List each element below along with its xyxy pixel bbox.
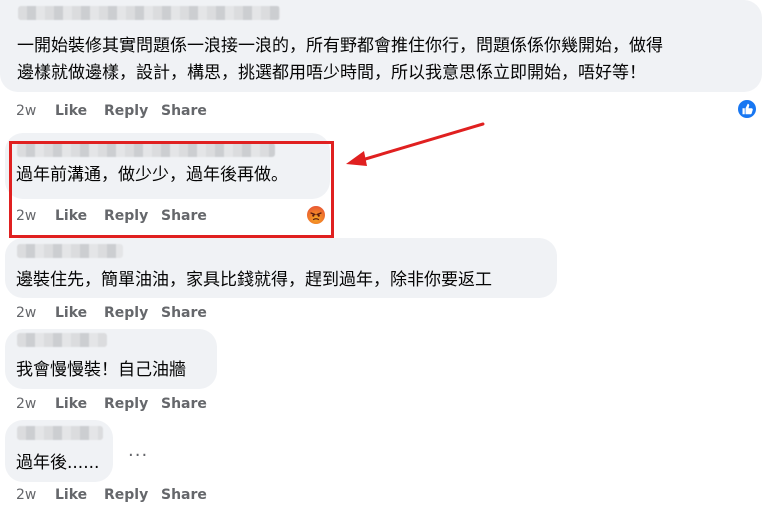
like-button[interactable]: Like: [55, 396, 87, 412]
comment-bubble: 我會慢慢裝！自己油牆: [5, 329, 217, 389]
reply-button[interactable]: Reply: [104, 487, 148, 503]
share-button[interactable]: Share: [161, 396, 207, 412]
share-button[interactable]: Share: [161, 487, 207, 503]
comment-actions: 2w Like Reply Share: [0, 485, 300, 505]
commenter-name-blurred[interactable]: [17, 426, 103, 440]
commenter-name-blurred[interactable]: [17, 333, 107, 347]
comment-text: 一開始裝修其實問題係一浪接一浪的，所有野都會推住你行，問題係係你幾開始，做得: [17, 36, 663, 56]
comment-time[interactable]: 2w: [16, 103, 36, 119]
more-options-icon[interactable]: ...: [128, 440, 148, 461]
comment-time[interactable]: 2w: [16, 305, 36, 321]
thumbs-up-icon: [742, 103, 753, 115]
comment-text: 邊裝住先，簡單油油，家具比錢就得，趕到過年，除非你要返工: [16, 270, 492, 290]
comment-time[interactable]: 2w: [16, 396, 36, 412]
reply-button[interactable]: Reply: [104, 305, 148, 321]
comment-bubble: 一開始裝修其實問題係一浪接一浪的，所有野都會推住你行，問題係係你幾開始，做得 邊…: [0, 0, 762, 92]
annotation-highlight-box: [9, 141, 334, 238]
comment-time[interactable]: 2w: [16, 487, 36, 503]
annotation-arrow-icon: [346, 122, 485, 166]
like-button[interactable]: Like: [55, 103, 87, 119]
reply-button[interactable]: Reply: [104, 103, 148, 119]
share-button[interactable]: Share: [161, 305, 207, 321]
comment-bubble: 邊裝住先，簡單油油，家具比錢就得，趕到過年，除非你要返工: [5, 238, 557, 298]
like-button[interactable]: Like: [55, 305, 87, 321]
share-button[interactable]: Share: [161, 103, 207, 119]
comment-text: 邊樣就做邊樣，設計，構思，挑選都用唔少時間，所以我意思係立即開始，唔好等！: [17, 63, 646, 83]
comment-text: 我會慢慢裝！自己油牆: [16, 360, 186, 380]
comment-actions: 2w Like Reply Share: [0, 303, 300, 323]
comment-actions: 2w Like Reply Share: [0, 101, 300, 121]
reply-button[interactable]: Reply: [104, 396, 148, 412]
comment-actions: 2w Like Reply Share: [0, 394, 300, 414]
commenter-name-blurred[interactable]: [17, 244, 123, 258]
comment-text: 過年後......: [16, 453, 100, 473]
comment-bubble: 過年後......: [5, 420, 113, 482]
like-button[interactable]: Like: [55, 487, 87, 503]
like-reaction-icon[interactable]: [736, 98, 758, 120]
commenter-name-blurred[interactable]: [18, 6, 280, 20]
